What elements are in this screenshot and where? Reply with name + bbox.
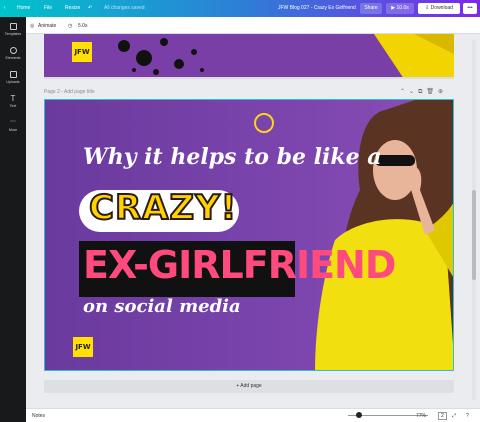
more-dots-icon: ⋯ — [10, 119, 16, 125]
undo-icon[interactable]: ↶ — [88, 5, 92, 11]
play-duration: 10.0s — [396, 5, 409, 11]
sidebar-item-elements[interactable]: Elements — [0, 45, 26, 67]
left-sidebar: Templates Elements Uploads T Text ⋯ More — [0, 17, 26, 422]
add-page-button[interactable]: + Add page — [44, 380, 454, 393]
save-status: All changes saved — [104, 5, 145, 11]
home-menu[interactable]: Home — [17, 5, 30, 11]
ink-splatter-graphic — [118, 38, 204, 75]
notes-button[interactable]: Notes — [32, 413, 45, 419]
vertical-scrollbar[interactable] — [472, 40, 476, 400]
crazy-text[interactable]: CRAZY! — [88, 187, 237, 229]
download-button[interactable]: ⇩ Download — [418, 3, 460, 14]
zoom-slider-handle[interactable] — [356, 412, 362, 418]
text-icon: T — [10, 94, 16, 103]
play-button[interactable]: ▶ 10.0s — [386, 3, 414, 14]
jfw-logo: JFW — [73, 337, 93, 357]
timer-icon[interactable]: ◷ — [68, 23, 72, 29]
page-1-canvas[interactable]: JFW — [44, 34, 454, 79]
woman-sunglasses-photo — [315, 100, 453, 370]
sidebar-item-text[interactable]: T Text — [0, 93, 26, 115]
more-options-button[interactable]: ••• — [463, 3, 477, 14]
sidebar-item-templates[interactable]: Templates — [0, 21, 26, 43]
sidebar-item-more[interactable]: ⋯ More — [0, 117, 26, 139]
sidebar-item-label: Templates — [4, 32, 22, 36]
resize-menu[interactable]: Resize — [65, 5, 80, 11]
page-count-button[interactable]: 2 — [438, 412, 447, 420]
sidebar-item-label: More — [8, 128, 18, 132]
cursor-highlight — [254, 113, 274, 133]
sidebar-item-uploads[interactable]: Uploads — [0, 69, 26, 91]
sidebar-item-label: Uploads — [6, 80, 20, 84]
download-label: Download — [430, 5, 453, 11]
share-button[interactable]: Share — [360, 3, 382, 14]
headline-text[interactable]: Why it helps to be like a — [83, 144, 382, 170]
help-icon[interactable]: ? — [466, 413, 469, 419]
page-2-title[interactable]: Page 2 - Add page title — [44, 89, 95, 95]
sidebar-item-label: Elements — [5, 56, 21, 60]
animate-icon[interactable]: ◎ — [30, 23, 34, 29]
document-title[interactable]: JFW Blog 027 - Crazy Ex Girlfriend — [278, 5, 356, 11]
page-2-canvas[interactable]: Why it helps to be like a CRAZY! EX-GIRL… — [44, 99, 454, 371]
zoom-level[interactable]: 77% — [416, 413, 426, 419]
delete-page-icon[interactable]: 🗑 — [426, 89, 438, 95]
scrollbar-thumb[interactable] — [472, 190, 476, 280]
sidebar-item-label: Text — [9, 104, 17, 108]
move-up-icon[interactable]: ⌃ — [400, 89, 409, 95]
add-page-icon[interactable]: ⊕ — [438, 89, 447, 95]
elements-icon — [9, 47, 17, 54]
animate-button[interactable]: Animate — [38, 23, 56, 29]
editor-toolbar: ◎ Animate ◷ 5.0s — [26, 17, 480, 34]
ex-girlfriend-text[interactable]: EX-GIRLFRIEND — [83, 243, 396, 287]
social-media-text[interactable]: on social media — [83, 296, 241, 317]
move-down-icon[interactable]: ⌄ — [409, 89, 418, 95]
file-menu[interactable]: File — [44, 5, 52, 11]
duration-button[interactable]: 5.0s — [78, 23, 87, 29]
woman-yellow-dress-photo — [374, 34, 454, 77]
fullscreen-icon[interactable]: ⤢ — [452, 413, 456, 419]
top-toolbar: ‹ Home File Resize ↶ All changes saved J… — [0, 0, 480, 17]
upload-cloud-icon — [9, 71, 17, 78]
bottom-bar: Notes 77% 2 ⤢ ? — [26, 408, 480, 422]
back-chevron-icon[interactable]: ‹ — [4, 5, 6, 11]
page-actions: ⌃⌄⧉🗑⊕ — [400, 88, 447, 96]
templates-icon — [9, 23, 17, 30]
jfw-logo: JFW — [72, 42, 92, 62]
